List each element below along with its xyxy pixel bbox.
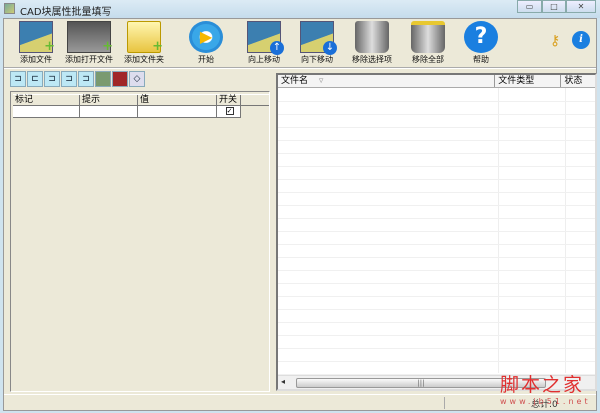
row-gridline [278, 101, 595, 102]
add-folder-button[interactable]: + 添加文件夹 [114, 21, 174, 67]
row-gridline [278, 231, 595, 232]
row-gridline [278, 270, 595, 271]
row-gridline [278, 179, 595, 180]
app-icon [4, 3, 15, 14]
row-gridline [278, 127, 595, 128]
key-icon[interactable]: ⚷ [550, 33, 560, 49]
list-header: 文件名 ▿ 文件类型 状态 [278, 75, 595, 88]
switch-checkbox[interactable]: ✓ [225, 107, 234, 115]
toolbar: + 添加文件 + 添加打开文件 + 添加文件夹 ▶ 开始 ↑ 向上移动 ↓ 向下移动 移除选… [4, 19, 596, 69]
cell-switch[interactable]: ✓ [217, 106, 241, 117]
column-switch[interactable]: 开关 [217, 95, 241, 105]
row-gridline [278, 244, 595, 245]
add-file-button[interactable]: + 添加文件 [6, 21, 66, 67]
remove-selected-icon [355, 21, 389, 53]
column-filetype[interactable]: 文件类型 [495, 75, 562, 87]
row-gridline [278, 218, 595, 219]
maximize-button[interactable]: □ [542, 0, 566, 13]
scroll-left-icon[interactable]: ◂ [281, 377, 285, 386]
grid-header: 标记 提示 值 开关 [13, 94, 269, 106]
move-up-icon: ↑ [247, 21, 284, 55]
start-button[interactable]: ▶ 开始 [176, 21, 236, 67]
row-gridline [278, 192, 595, 193]
watermark-logo: 脚本之家 [500, 374, 585, 396]
align-icon[interactable]: ⊐ [10, 71, 26, 87]
row-gridline [278, 114, 595, 115]
info-icon[interactable]: i [572, 31, 590, 49]
watermark-url: www.jb51.net [500, 397, 591, 406]
move-down-button[interactable]: ↓ 向下移动 [287, 21, 347, 67]
insert-icon[interactable]: ⊏ [27, 71, 43, 87]
column-status[interactable]: 状态 [561, 75, 595, 87]
window-title: CAD块属性批量填写 [20, 7, 112, 18]
row-gridline [278, 257, 595, 258]
row-gridline [278, 283, 595, 284]
column-tag[interactable]: 标记 [13, 95, 80, 105]
move-icon[interactable]: ⊐ [61, 71, 77, 87]
file-list: 文件名 ▿ 文件类型 状态 ◂ ||| [276, 73, 597, 391]
minimize-button[interactable]: ▭ [517, 0, 542, 13]
column-filename[interactable]: 文件名 ▿ [278, 75, 496, 87]
row-gridline [278, 166, 595, 167]
row-gridline [278, 153, 595, 154]
table-icon[interactable] [112, 71, 128, 87]
main-window: + 添加文件 + 添加打开文件 + 添加文件夹 ▶ 开始 ↑ 向上移动 ↓ 向下移动 移除选… [3, 18, 597, 411]
remove-selected-button[interactable]: 移除选择项 [342, 21, 402, 67]
cell-tag[interactable] [13, 106, 80, 117]
cell-value[interactable] [138, 106, 217, 117]
play-icon: ▶ [189, 21, 223, 53]
row-gridline [278, 335, 595, 336]
row-gridline [278, 348, 595, 349]
sort-icon: ▿ [318, 76, 324, 86]
connect-icon[interactable]: ⊐ [78, 71, 94, 87]
attribute-panel: 标记 提示 值 开关 ✓ [10, 91, 270, 392]
move-down-icon: ↓ [300, 21, 337, 55]
row-gridline [278, 205, 595, 206]
attribute-grid: 标记 提示 值 开关 ✓ [13, 94, 269, 118]
link-icon[interactable]: ⊐ [44, 71, 60, 87]
row-gridline [278, 309, 595, 310]
move-up-button[interactable]: ↑ 向上移动 [234, 21, 294, 67]
tag-icon[interactable]: ◇ [129, 71, 145, 87]
film-icon[interactable] [95, 71, 111, 87]
add-folder-icon: + [127, 21, 163, 54]
table-row[interactable]: ✓ [13, 106, 241, 118]
add-file-icon: + [19, 21, 55, 54]
remove-all-button[interactable]: 移除全部 [398, 21, 458, 67]
row-gridline [278, 361, 595, 362]
status-divider [444, 397, 445, 409]
column-prompt[interactable]: 提示 [80, 95, 138, 105]
remove-all-icon [411, 21, 445, 53]
help-button[interactable]: ? 帮助 [451, 21, 511, 67]
attribute-toolbar: ⊐ ⊏ ⊐ ⊐ ⊐ ◇ [10, 71, 146, 88]
row-gridline [278, 322, 595, 323]
add-open-file-icon: + [67, 21, 113, 54]
add-open-file-button[interactable]: + 添加打开文件 [59, 21, 119, 67]
cell-prompt[interactable] [80, 106, 138, 117]
help-icon: ? [464, 21, 498, 53]
row-gridline [278, 140, 595, 141]
column-value[interactable]: 值 [138, 95, 217, 105]
title-bar: CAD块属性批量填写 ▭ □ ✕ [0, 0, 600, 18]
row-gridline [278, 296, 595, 297]
close-button[interactable]: ✕ [566, 0, 596, 13]
